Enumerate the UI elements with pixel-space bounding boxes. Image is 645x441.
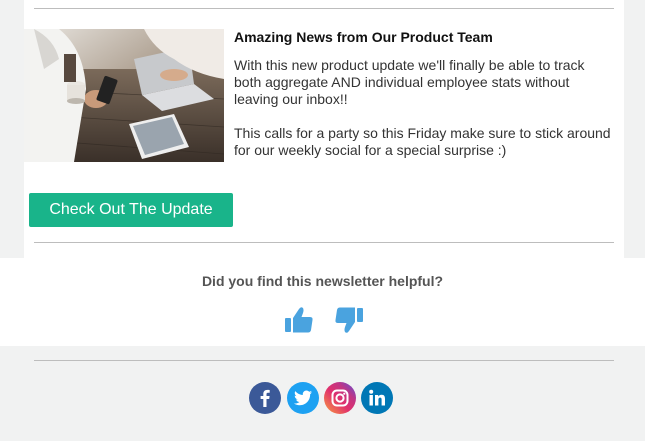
instagram-link[interactable] (324, 382, 356, 414)
linkedin-icon (369, 389, 385, 406)
middle-divider (34, 242, 614, 243)
linkedin-link[interactable] (361, 382, 393, 414)
thumbs-up-button[interactable] (284, 306, 314, 334)
facebook-link[interactable] (249, 382, 281, 414)
facebook-icon (260, 389, 270, 407)
instagram-icon (331, 389, 349, 407)
twitter-icon (294, 390, 312, 406)
article-photo (24, 29, 224, 162)
article: Amazing News from Our Product Team With … (234, 29, 614, 159)
footer-divider (34, 360, 614, 361)
article-paragraph-1: With this new product update we'll final… (234, 57, 585, 107)
article-paragraph-2: This calls for a party so this Friday ma… (234, 125, 611, 158)
thumbs-down-icon (335, 307, 363, 333)
thumbs-down-button[interactable] (334, 306, 364, 334)
top-divider (34, 8, 614, 9)
article-body: With this new product update we'll final… (234, 57, 614, 159)
article-title: Amazing News from Our Product Team (234, 29, 493, 45)
feedback-question: Did you find this newsletter helpful? (201, 273, 444, 289)
check-out-update-button[interactable]: Check Out The Update (29, 193, 233, 227)
thumbs-up-icon (285, 307, 313, 333)
twitter-link[interactable] (287, 382, 319, 414)
feedback-section: Did you find this newsletter helpful? (0, 258, 645, 346)
footer (0, 346, 645, 441)
laptop-coffee-photo (24, 29, 224, 162)
